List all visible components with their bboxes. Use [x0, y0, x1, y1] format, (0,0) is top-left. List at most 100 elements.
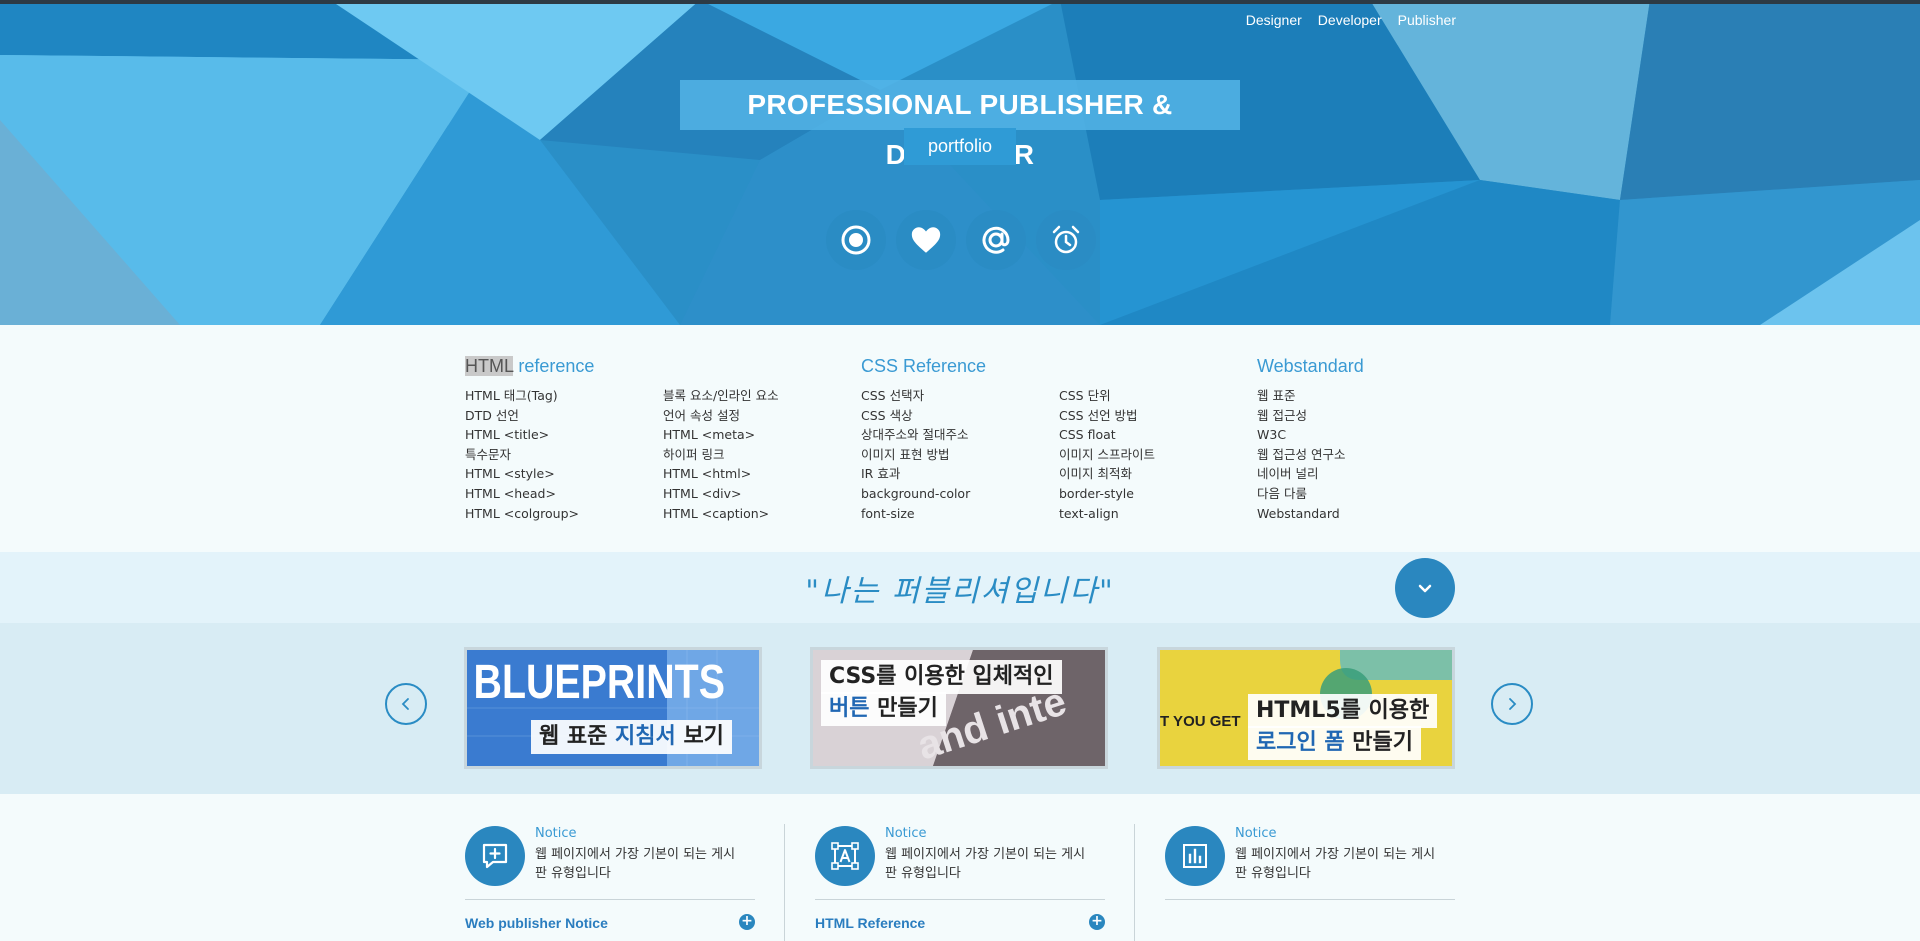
ref-link[interactable]: border-style — [1059, 484, 1155, 504]
ref-link[interactable]: HTML <div> — [663, 484, 779, 504]
notice-icon-badge — [815, 826, 875, 886]
carousel-prev-button[interactable] — [385, 683, 427, 725]
quote-text: "나는 퍼블리셔입니다" — [805, 574, 1115, 609]
ref-link[interactable]: HTML <title> — [465, 425, 579, 445]
ref-link[interactable]: CSS float — [1059, 425, 1155, 445]
notice-card: Notice 웹 페이지에서 가장 기본이 되는 게시판 유형입니다 HTML … — [815, 818, 1105, 941]
ref-link[interactable]: background-color — [861, 484, 970, 504]
notice-text: 웹 페이지에서 가장 기본이 되는 게시판 유형입니다 — [535, 847, 736, 881]
scroll-down-button[interactable] — [1395, 558, 1455, 618]
card-caption-highlight: 지침서 — [615, 724, 676, 749]
ref-link[interactable]: 다음 다룸 — [1257, 484, 1345, 504]
ref-link[interactable]: W3C — [1257, 425, 1345, 445]
ref-link[interactable]: HTML 태그(Tag) — [465, 386, 579, 406]
ref-link[interactable]: 블록 요소/인라인 요소 — [663, 386, 779, 406]
ref-link[interactable]: HTML <colgroup> — [465, 504, 579, 524]
add-comment-icon — [482, 843, 508, 869]
css-reference-title[interactable]: CSS Reference — [861, 356, 986, 382]
chevron-down-icon — [1418, 584, 1432, 593]
ref-link[interactable]: CSS 선택자 — [861, 386, 970, 406]
alarm-icon — [1052, 225, 1080, 254]
notice-text: 웹 페이지에서 가장 기본이 되는 게시판 유형입니다 — [1235, 847, 1436, 881]
at-icon — [982, 226, 1010, 254]
more-plus-button[interactable]: + — [739, 914, 755, 930]
ref-link[interactable]: 이미지 최적화 — [1059, 464, 1155, 484]
alarm-button[interactable] — [1036, 210, 1096, 270]
ref-link[interactable]: CSS 색상 — [861, 406, 970, 426]
chevron-left-icon — [401, 698, 409, 710]
notice-text: 웹 페이지에서 가장 기본이 되는 게시판 유형입니다 — [885, 847, 1086, 881]
card-caption-line1: HTML5를 이용한 — [1248, 694, 1438, 728]
ref-link[interactable]: 하이퍼 링크 — [663, 445, 779, 465]
ref-link[interactable]: 네이버 널리 — [1257, 464, 1345, 484]
css-reference-column: CSS Reference CSS 선택자 CSS 색상 상대주소와 절대주소 … — [861, 356, 1155, 521]
ref-link[interactable]: font-size — [861, 504, 970, 524]
ref-link[interactable]: CSS 단위 — [1059, 386, 1155, 406]
ref-link[interactable]: HTML <style> — [465, 464, 579, 484]
card-caption-part: 만들기 — [1344, 730, 1414, 755]
notice-tag: Notice — [535, 826, 577, 841]
ref-link[interactable]: 이미지 표현 방법 — [861, 445, 970, 465]
divider — [465, 899, 755, 900]
html-reference-list-2: 블록 요소/인라인 요소 언어 속성 설정 HTML <meta> 하이퍼 링크… — [663, 386, 779, 523]
card-caption-highlight: 로그인 폼 — [1256, 730, 1345, 755]
webstandard-column: Webstandard 웹 표준 웹 접근성 W3C 웹 접근성 연구소 네이버… — [1257, 356, 1364, 521]
css-reference-list-2: CSS 단위 CSS 선언 방법 CSS float 이미지 스프라이트 이미지… — [1059, 386, 1155, 523]
carousel-next-button[interactable] — [1491, 683, 1533, 725]
ref-link[interactable]: text-align — [1059, 504, 1155, 524]
nav-publisher[interactable]: Publisher — [1398, 12, 1456, 28]
at-button[interactable] — [966, 210, 1026, 270]
ref-link[interactable]: HTML <head> — [465, 484, 579, 504]
ref-link[interactable]: 웹 표준 — [1257, 386, 1345, 406]
more-plus-button[interactable]: + — [1089, 914, 1105, 930]
divider — [1165, 899, 1455, 900]
card-caption-line2: 로그인 폼 만들기 — [1248, 726, 1422, 760]
tutorial-carousel: BLUEPRINTS 웹 표준 지침서 보기 and inte CSS를 이용한… — [0, 623, 1920, 794]
reference-section: HTML reference HTML 태그(Tag) DTD 선언 HTML … — [465, 356, 1455, 536]
card-caption-part: 만들기 — [869, 696, 938, 721]
nav-designer[interactable]: Designer — [1246, 12, 1302, 28]
ref-link[interactable]: DTD 선언 — [465, 406, 579, 426]
text-box-icon — [831, 842, 859, 870]
ref-link[interactable]: HTML <html> — [663, 464, 779, 484]
html-reference-list-1: HTML 태그(Tag) DTD 선언 HTML <title> 특수문자 HT… — [465, 386, 579, 523]
carousel-card-blueprints[interactable]: BLUEPRINTS 웹 표준 지침서 보기 — [464, 647, 762, 769]
card-caption-part: 보기 — [675, 724, 724, 749]
top-nav: Designer Developer Publisher — [1246, 12, 1456, 28]
notice-board-link[interactable]: HTML Reference — [815, 915, 925, 931]
webstandard-list: 웹 표준 웹 접근성 W3C 웹 접근성 연구소 네이버 널리 다음 다룸 We… — [1257, 386, 1345, 523]
ref-link[interactable]: HTML <meta> — [663, 425, 779, 445]
ref-link[interactable]: IR 효과 — [861, 464, 970, 484]
quote-band: "나는 퍼블리셔입니다" — [0, 552, 1920, 623]
target-button[interactable] — [826, 210, 886, 270]
notice-board-link[interactable]: Web publisher Notice — [465, 915, 608, 931]
ref-link[interactable]: CSS 선언 방법 — [1059, 406, 1155, 426]
carousel-card-css-button[interactable]: and inte CSS를 이용한 입체적인 버튼 만들기 — [810, 647, 1108, 769]
card-caption-line2: 버튼 만들기 — [821, 692, 946, 726]
html-reference-title[interactable]: HTML reference — [465, 356, 594, 382]
ref-link[interactable]: 웹 접근성 — [1257, 406, 1345, 426]
ref-link[interactable]: 언어 속성 설정 — [663, 406, 779, 426]
webstandard-title[interactable]: Webstandard — [1257, 356, 1364, 382]
notice-icon-badge — [465, 826, 525, 886]
card-caption-line1: CSS를 이용한 입체적인 — [821, 660, 1062, 694]
ref-link[interactable]: 특수문자 — [465, 445, 579, 465]
hero-title: PROFESSIONAL PUBLISHER & DESIGNER — [680, 80, 1240, 170]
card-caption-part: 웹 표준 — [539, 724, 616, 749]
hero-subtitle: portfolio — [904, 128, 1016, 165]
heart-button[interactable] — [896, 210, 956, 270]
chevron-right-icon — [1509, 698, 1517, 710]
ref-link[interactable]: HTML <caption> — [663, 504, 779, 524]
ref-link[interactable]: 상대주소와 절대주소 — [861, 425, 970, 445]
card-caption-highlight: 버튼 — [829, 696, 870, 721]
nav-developer[interactable]: Developer — [1318, 12, 1382, 28]
ref-link[interactable]: Webstandard — [1257, 504, 1345, 524]
notice-card: Notice 웹 페이지에서 가장 기본이 되는 게시판 유형입니다 — [1165, 818, 1455, 941]
html-reference-title-highlight: HTML — [465, 356, 514, 376]
ref-link[interactable]: 웹 접근성 연구소 — [1257, 445, 1345, 465]
carousel-card-login-form[interactable]: T YOU GET HTML5를 이용한 로그인 폼 만들기 — [1157, 647, 1455, 769]
css-reference-list-1: CSS 선택자 CSS 색상 상대주소와 절대주소 이미지 표현 방법 IR 효… — [861, 386, 970, 523]
hero-icon-buttons — [826, 210, 1096, 270]
top-border — [0, 0, 1920, 4]
ref-link[interactable]: 이미지 스프라이트 — [1059, 445, 1155, 465]
